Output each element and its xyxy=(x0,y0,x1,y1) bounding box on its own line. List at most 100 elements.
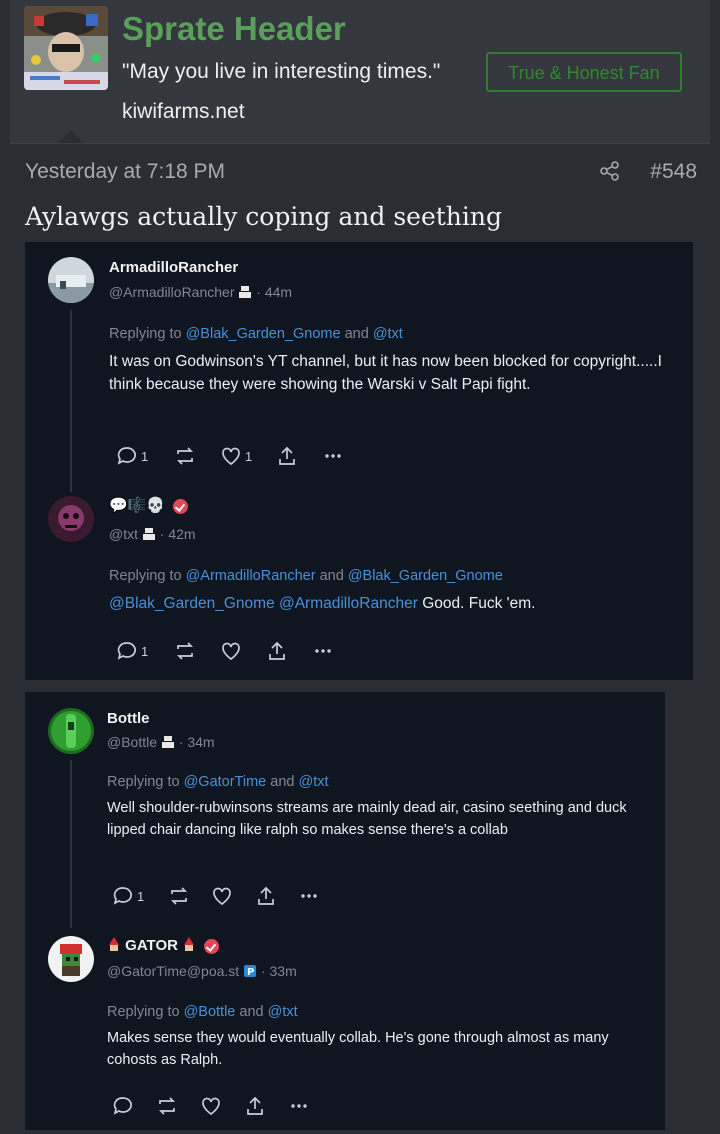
embedded-screenshot-1: ArmadilloRancher @ArmadilloRancher · 44m… xyxy=(25,242,693,680)
like-button[interactable] xyxy=(220,640,242,662)
mention-link[interactable]: @Blak_Garden_Gnome xyxy=(348,568,503,584)
tweet-age: · 44m xyxy=(256,284,293,300)
emoji-name[interactable]: 💬🎼💀 xyxy=(109,497,165,514)
tweet-age: · 42m xyxy=(159,526,196,542)
tweet-body: Makes sense they would eventually collab… xyxy=(107,1030,609,1068)
tweet-actions: 1 xyxy=(116,640,376,664)
mention-link[interactable]: @GatorTime xyxy=(184,774,267,790)
replying-to: Replying to @Bottle and @txt xyxy=(107,1004,298,1020)
like-button[interactable] xyxy=(211,885,233,907)
reply-count: 1 xyxy=(141,448,149,464)
like-icon xyxy=(220,445,242,467)
more-button[interactable] xyxy=(322,445,344,467)
embedded-screenshot-2: Bottle @Bottle · 34m Replying to @GatorT… xyxy=(25,692,665,1130)
retweet-icon xyxy=(174,445,196,467)
tweet-handle-text[interactable]: @GatorTime@poa.st xyxy=(107,963,239,979)
tweet-handle-text[interactable]: @Bottle xyxy=(107,734,157,750)
like-icon xyxy=(211,885,233,907)
retweet-button[interactable] xyxy=(168,885,190,907)
more-icon xyxy=(322,445,344,467)
like-icon xyxy=(220,640,242,662)
mention-link[interactable]: @txt xyxy=(268,1004,298,1020)
header-caret xyxy=(58,130,84,143)
tweet-actions xyxy=(112,1095,372,1119)
tweet-author-handle: @Bottle · 34m xyxy=(107,734,215,752)
share-button[interactable] xyxy=(266,640,288,662)
reply-icon xyxy=(116,640,138,662)
like-button[interactable] xyxy=(200,1095,222,1117)
tweet-author-name[interactable]: Bottle xyxy=(107,710,150,727)
reply-icon xyxy=(112,885,134,907)
tweet-actions: 1 xyxy=(112,885,372,909)
replying-prefix: Replying to xyxy=(107,774,180,790)
post-timestamp[interactable]: Yesterday at 7:18 PM xyxy=(25,160,225,184)
reply-button[interactable]: 1 xyxy=(112,885,144,907)
retweet-icon xyxy=(168,885,190,907)
more-icon xyxy=(298,885,320,907)
tweet-author-name: GATOR xyxy=(107,936,220,956)
replying-and: and xyxy=(270,774,295,790)
more-button[interactable] xyxy=(298,885,320,907)
tweet-author-name[interactable]: ArmadilloRancher xyxy=(109,259,238,276)
share-button[interactable] xyxy=(276,445,298,467)
verified-icon xyxy=(204,938,220,954)
mention-link[interactable]: @Blak_Garden_Gnome xyxy=(186,326,341,342)
gnome-icon xyxy=(107,936,121,956)
avatar[interactable] xyxy=(48,257,94,303)
like-icon xyxy=(200,1095,222,1117)
post-number[interactable]: #548 xyxy=(650,160,697,184)
replying-to: Replying to @GatorTime and @txt xyxy=(107,774,329,790)
reply-button[interactable] xyxy=(112,1095,134,1117)
thread-line xyxy=(70,760,72,928)
tweet-body: @Blak_Garden_Gnome @ArmadilloRancher Goo… xyxy=(109,592,669,615)
body-text: Good. Fuck 'em. xyxy=(417,595,536,612)
gnome-icon xyxy=(182,936,196,956)
reply-button[interactable]: 1 xyxy=(116,640,148,662)
replying-and: and xyxy=(239,1004,264,1020)
user-tagline: "May you live in interesting times." xyxy=(122,60,441,83)
post-text: Aylawgs actually coping and seething xyxy=(25,202,502,231)
share-button[interactable] xyxy=(255,885,277,907)
profile-avatar[interactable] xyxy=(24,6,108,90)
like-count: 1 xyxy=(245,448,253,464)
upload-icon xyxy=(266,640,288,662)
mention-link[interactable]: @Bottle xyxy=(184,1004,236,1020)
tweet-age: · 33m xyxy=(260,963,297,979)
tweet-name-text[interactable]: GATOR xyxy=(125,937,178,954)
retweet-button[interactable] xyxy=(174,445,196,467)
like-button[interactable]: 1 xyxy=(220,445,252,467)
retweet-button[interactable] xyxy=(156,1095,178,1117)
reply-button[interactable]: 1 xyxy=(116,445,148,467)
replying-prefix: Replying to xyxy=(107,1004,180,1020)
tweet-actions: 1 1 xyxy=(116,445,376,469)
verified-icon xyxy=(173,498,189,514)
replying-to: Replying to @ArmadilloRancher and @Blak_… xyxy=(109,568,503,584)
retweet-button[interactable] xyxy=(174,640,196,662)
tweet-body: It was on Godwinson's YT channel, but it… xyxy=(109,353,662,393)
tweet-author-handle: @txt · 42m xyxy=(109,526,196,544)
mention-link[interactable]: @txt xyxy=(373,326,403,342)
replying-and: and xyxy=(319,568,344,584)
avatar[interactable] xyxy=(48,936,94,982)
tweet-author-name: 💬🎼💀 xyxy=(109,496,189,514)
profile-header: Sprate Header "May you live in interesti… xyxy=(10,0,710,144)
avatar[interactable] xyxy=(48,708,94,754)
more-button[interactable] xyxy=(312,640,334,662)
tweet-author-handle: @ArmadilloRancher · 44m xyxy=(109,284,292,302)
tweet-body: Well shoulder-rubwinsons streams are mai… xyxy=(107,800,627,838)
mention-link[interactable]: @ArmadilloRancher xyxy=(186,568,316,584)
tweet-handle-text[interactable]: @ArmadilloRancher xyxy=(109,284,234,300)
share-icon[interactable] xyxy=(599,160,621,182)
mention-link[interactable]: @txt xyxy=(299,774,329,790)
post-meta: Yesterday at 7:18 PM #548 xyxy=(25,158,697,188)
body-mentions[interactable]: @Blak_Garden_Gnome @ArmadilloRancher xyxy=(109,595,418,612)
more-button[interactable] xyxy=(288,1095,310,1117)
pleroma-icon: P xyxy=(243,964,257,981)
avatar[interactable] xyxy=(48,496,94,542)
tweet-handle-text[interactable]: @txt xyxy=(109,526,138,542)
username[interactable]: Sprate Header xyxy=(122,10,346,48)
replying-prefix: Replying to xyxy=(109,326,182,342)
bot-icon xyxy=(142,527,156,544)
share-button[interactable] xyxy=(244,1095,266,1117)
replying-and: and xyxy=(344,326,369,342)
